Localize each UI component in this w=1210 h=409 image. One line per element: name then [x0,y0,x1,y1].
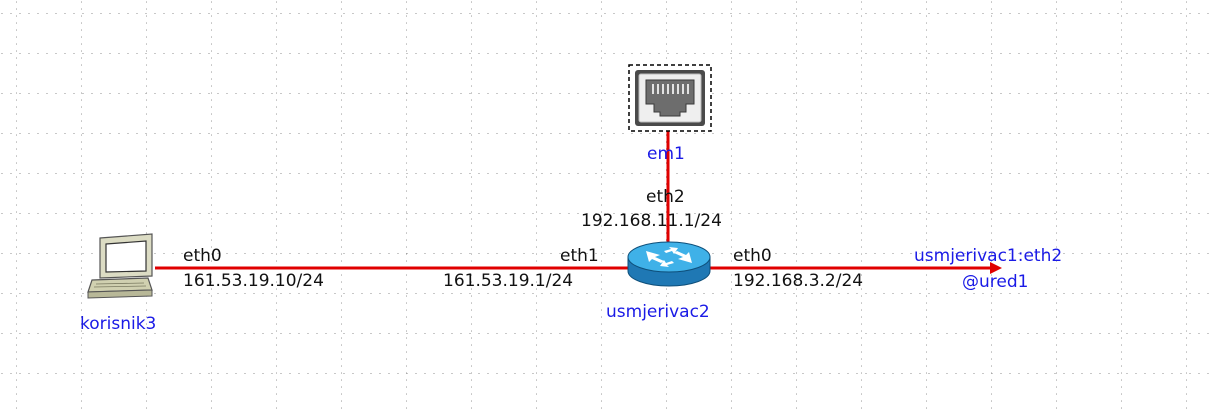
usmjerivac2-eth0-label: eth0 [733,246,772,266]
usmjerivac2-eth2-ip-label: 192.168.11.1/24 [581,211,722,231]
node-usmjerivac2[interactable] [626,240,712,290]
node-label-korisnik3[interactable]: korisnik3 [80,314,156,334]
external-target-label[interactable]: usmjerivac1:eth2 [914,246,1062,266]
pc-icon [87,233,153,299]
node-label-usmjerivac2[interactable]: usmjerivac2 [606,302,710,322]
usmjerivac2-eth1-ip-label: 161.53.19.1/24 [443,271,574,291]
korisnik3-ip-label: 161.53.19.10/24 [183,271,324,291]
links-layer [155,128,1002,274]
node-korisnik3[interactable] [86,232,158,304]
usmjerivac2-eth1-label: eth1 [560,246,599,266]
node-label-em1[interactable]: em1 [647,144,685,164]
topology-canvas[interactable]: em1 korisnik3 usmjerivac2 usmjerivac1:et… [0,0,1210,409]
korisnik3-interface-label: eth0 [183,246,222,266]
ethernet-port-icon [628,64,712,132]
usmjerivac2-eth0-ip-label: 192.168.3.2/24 [733,271,864,291]
router-icon [627,241,711,287]
node-em1[interactable] [628,64,712,132]
usmjerivac2-eth2-label: eth2 [646,187,685,207]
external-target-sublabel: @ured1 [962,272,1029,292]
